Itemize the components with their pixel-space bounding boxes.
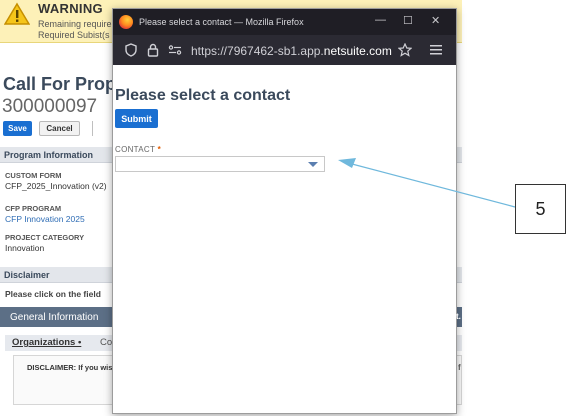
warning-icon <box>4 2 30 25</box>
window-titlebar: Please select a contact — Mozilla Firefo… <box>113 9 456 35</box>
general-tab-fragment: t. <box>456 312 461 321</box>
tab-label: General Information <box>10 312 99 323</box>
popup-content: Please select a contact Submit CONTACT * <box>113 65 456 413</box>
warning-line-2: Required Subist(s <box>38 30 110 40</box>
menu-icon[interactable] <box>430 45 442 55</box>
project-category-value: Innovation <box>5 243 45 253</box>
screen: WARNING Remaining require Required Subis… <box>0 0 568 416</box>
cfp-program-label: CFP PROGRAM <box>5 204 62 213</box>
cancel-button[interactable]: Cancel <box>39 121 80 136</box>
custom-form-value: CFP_2025_Innovation (v2) <box>5 181 107 191</box>
warning-line-1: Remaining require <box>38 19 112 29</box>
section-label: Disclaimer <box>4 270 50 280</box>
warning-title: WARNING <box>38 1 103 16</box>
firefox-icon <box>119 15 133 29</box>
contact-label-text: CONTACT <box>115 145 156 154</box>
toolbar-divider <box>92 121 93 136</box>
bookmark-star-icon[interactable] <box>398 43 412 57</box>
disclaimer-box-fragment: f <box>458 363 461 372</box>
url-prefix: https://7967462-sb1.app. <box>191 44 324 58</box>
save-button[interactable]: Save <box>3 121 32 136</box>
section-label: Program Information <box>4 150 94 160</box>
annotation-callout-box: 5 <box>515 184 566 234</box>
maximize-icon[interactable]: ☐ <box>403 14 413 27</box>
cfp-program-link[interactable]: CFP Innovation 2025 <box>5 214 85 224</box>
close-icon[interactable]: ✕ <box>431 14 440 27</box>
lock-icon[interactable] <box>147 43 159 57</box>
project-category-label: PROJECT CATEGORY <box>5 233 85 242</box>
chevron-down-icon[interactable] <box>308 162 318 167</box>
minimize-icon[interactable]: — <box>375 14 386 26</box>
window-title: Please select a contact — Mozilla Firefo… <box>139 17 304 27</box>
record-number: 300000097 <box>2 96 98 117</box>
submit-button[interactable]: Submit <box>115 109 158 128</box>
contact-select[interactable] <box>115 156 325 172</box>
required-asterisk: * <box>157 145 161 154</box>
custom-form-label: CUSTOM FORM <box>5 171 62 180</box>
disclaimer-text: Please click on the field <box>5 289 101 299</box>
subtab-second[interactable]: Co <box>100 337 112 348</box>
subtab-organizations[interactable]: Organizations • <box>12 337 81 348</box>
url-domain: netsuite.com <box>323 44 392 58</box>
contact-field-label: CONTACT * <box>115 145 161 154</box>
annotation-number: 5 <box>535 199 546 219</box>
disclaimer-box-text: DISCLAIMER: If you wis <box>27 363 113 372</box>
shield-icon[interactable] <box>125 43 137 57</box>
url-text[interactable]: https://7967462-sb1.app.netsuite.com <box>191 44 392 58</box>
permissions-icon[interactable] <box>168 45 182 55</box>
dialog-title: Please select a contact <box>115 87 291 104</box>
firefox-popup-window: Please select a contact — Mozilla Firefo… <box>112 8 457 414</box>
url-bar[interactable]: https://7967462-sb1.app.netsuite.com <box>113 35 456 65</box>
